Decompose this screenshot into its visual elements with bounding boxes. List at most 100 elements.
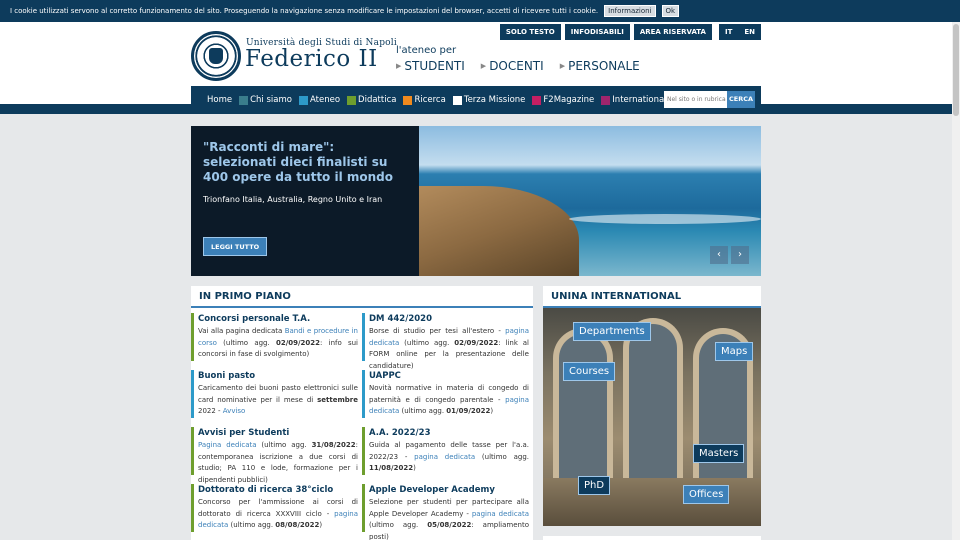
audience-personale-link[interactable]: ▶ PERSONALE (560, 59, 640, 73)
language-switcher: IT EN (718, 24, 761, 40)
international-heading: UNINA INTERNATIONAL (543, 286, 761, 308)
nav-color-square-icon (601, 95, 611, 105)
nav-item-f2magazine[interactable]: F2Magazine (532, 95, 594, 105)
maps-tag[interactable]: Maps (715, 342, 754, 361)
news-color-bar (191, 427, 194, 475)
triangle-right-icon: ▶ (559, 62, 566, 70)
solo-testo-link[interactable]: SOLO TESTO (499, 24, 561, 40)
news-title[interactable]: DM 442/2020 (369, 314, 432, 324)
audience-docenti-link[interactable]: ▶ DOCENTI (481, 59, 544, 73)
news-item: Dottorato di ricerca 38°ciclo Concorso pe… (191, 484, 359, 534)
news-link[interactable]: pagina dedicata (414, 453, 475, 461)
nav-item-ricerca[interactable]: Ricerca (403, 95, 446, 105)
news-item: Apple Developer Academy Selezione per stu… (362, 484, 530, 540)
search-button[interactable]: CERCA (727, 91, 755, 108)
hero-slider: "Racconti di mare": selezionati dieci fi… (191, 126, 761, 276)
university-seal-logo[interactable] (191, 31, 241, 81)
news-date: 01/09/2022 (446, 407, 491, 415)
news-text-part: (ultimo agg. (256, 441, 312, 449)
news-text: Caricamento dei buoni pasto elettronici … (198, 383, 358, 418)
hero-text: "Racconti di mare": selezionati dieci fi… (203, 140, 403, 204)
news-title[interactable]: Concorsi personale T.A. (198, 314, 310, 324)
news-color-bar (362, 427, 365, 475)
news-title[interactable]: Dottorato di ricerca 38°ciclo (198, 485, 333, 495)
cookie-ok-button[interactable]: Ok (661, 5, 680, 17)
news-date: 02/09/2022 (275, 338, 321, 347)
news-link[interactable]: Pagina dedicata (198, 441, 257, 449)
nav-item-international[interactable]: International (601, 95, 667, 105)
news-text: Vai alla pagina dedicata Bandi e procedu… (198, 326, 358, 361)
nav-color-square-icon (347, 95, 357, 105)
news-link[interactable]: Avviso (223, 407, 246, 415)
infodisabili-link[interactable]: INFODISABILI (564, 24, 630, 40)
next-panel (543, 536, 761, 540)
news-text: Guida al pagamento delle tasse per l'a.a… (369, 440, 529, 475)
nav-item-label: Didattica (358, 95, 397, 105)
offices-tag[interactable]: Offices (683, 485, 730, 504)
news-title[interactable]: Avvisi per Studenti (198, 428, 289, 438)
nav-item-terza-missione[interactable]: Terza Missione (452, 95, 526, 105)
news-text-part: (ultimo agg. (475, 452, 529, 461)
lang-it-link[interactable]: IT (719, 24, 738, 40)
news-date: 02/09/2022 (454, 338, 499, 347)
news-color-bar (362, 484, 365, 532)
lang-en-link[interactable]: EN (738, 24, 761, 40)
news-text-part: ) (413, 464, 416, 472)
hero-title[interactable]: "Racconti di mare": selezionati dieci fi… (203, 140, 403, 185)
slider-next-icon[interactable]: › (731, 246, 749, 264)
news-text-part: 2022 - (198, 407, 223, 415)
nav-item-ateneo[interactable]: Ateneo (298, 95, 341, 105)
news-item: Concorsi personale T.A. Vai alla pagina d… (191, 313, 359, 363)
nav-color-square-icon (452, 95, 462, 105)
hero-image-foam (569, 214, 761, 224)
arch-shape (553, 328, 613, 478)
news-text-part: Borse di studio per tesi all'estero - (369, 327, 506, 335)
news-text-part: (ultimo agg. (399, 338, 455, 347)
news-text: Novità normative in materia di congedo d… (369, 383, 529, 418)
courses-tag[interactable]: Courses (563, 362, 616, 381)
primo-piano-heading: IN PRIMO PIANO (191, 286, 533, 308)
nav-item-chi-siamo[interactable]: Chi siamo (239, 95, 292, 105)
news-text: Borse di studio per tesi all'estero - pa… (369, 326, 529, 372)
triangle-right-icon: ▶ (480, 62, 487, 70)
news-title[interactable]: Buoni pasto (198, 371, 255, 381)
news-text-part: Vai alla pagina dedicata (198, 327, 285, 335)
news-link[interactable]: pagina dedicata (472, 510, 529, 518)
news-color-bar (362, 313, 365, 361)
nav-item-label: Ateneo (309, 95, 341, 105)
news-date: 08/08/2022 (275, 521, 320, 529)
news-date: 05/08/2022 (427, 521, 472, 529)
triangle-right-icon: ▶ (396, 62, 402, 70)
nav-color-square-icon (196, 95, 205, 105)
read-more-button[interactable]: LEGGI TUTTO (203, 237, 268, 256)
news-item: Buoni pasto Caricamento dei buoni pasto e… (191, 370, 359, 420)
slider-prev-icon[interactable]: ‹ (710, 246, 728, 264)
nav-item-label: Terza Missione (463, 95, 526, 105)
news-text-part: (ultimo agg. (216, 338, 276, 347)
masters-tag[interactable]: Masters (693, 444, 745, 463)
area-riservata-link[interactable]: AREA RISERVATA (633, 24, 712, 40)
phd-tag[interactable]: PhD (578, 476, 611, 495)
news-color-bar (362, 370, 365, 418)
audience-studenti-link[interactable]: ▶ STUDENTI (396, 59, 465, 73)
nav-item-home[interactable]: Home (196, 95, 232, 105)
audience-docenti-label: DOCENTI (489, 59, 544, 73)
logo-line-2[interactable]: Federico II (245, 46, 378, 72)
cookie-info-button[interactable]: Informazioni (604, 5, 656, 17)
search-input[interactable] (664, 91, 727, 108)
nav-item-didattica[interactable]: Didattica (347, 95, 396, 105)
scrollbar-thumb[interactable] (953, 24, 959, 116)
news-date: settembre (317, 395, 358, 404)
nav-color-square-icon (403, 95, 413, 105)
news-date: 31/08/2022 (311, 441, 356, 449)
news-text-part: ) (490, 407, 494, 415)
nav-item-label: Ricerca (414, 95, 446, 105)
news-title[interactable]: UAPPC (369, 371, 401, 381)
news-title[interactable]: Apple Developer Academy (369, 485, 495, 495)
audience-menu: ▶ STUDENTI ▶ DOCENTI ▶ PERSONALE (396, 59, 640, 73)
cookie-banner: I cookie utilizzati servono al corretto … (0, 0, 960, 22)
news-title[interactable]: A.A. 2022/23 (369, 428, 430, 438)
nav-color-square-icon (298, 95, 308, 105)
hero-image-rock (419, 186, 579, 276)
departments-tag[interactable]: Departments (573, 322, 651, 341)
